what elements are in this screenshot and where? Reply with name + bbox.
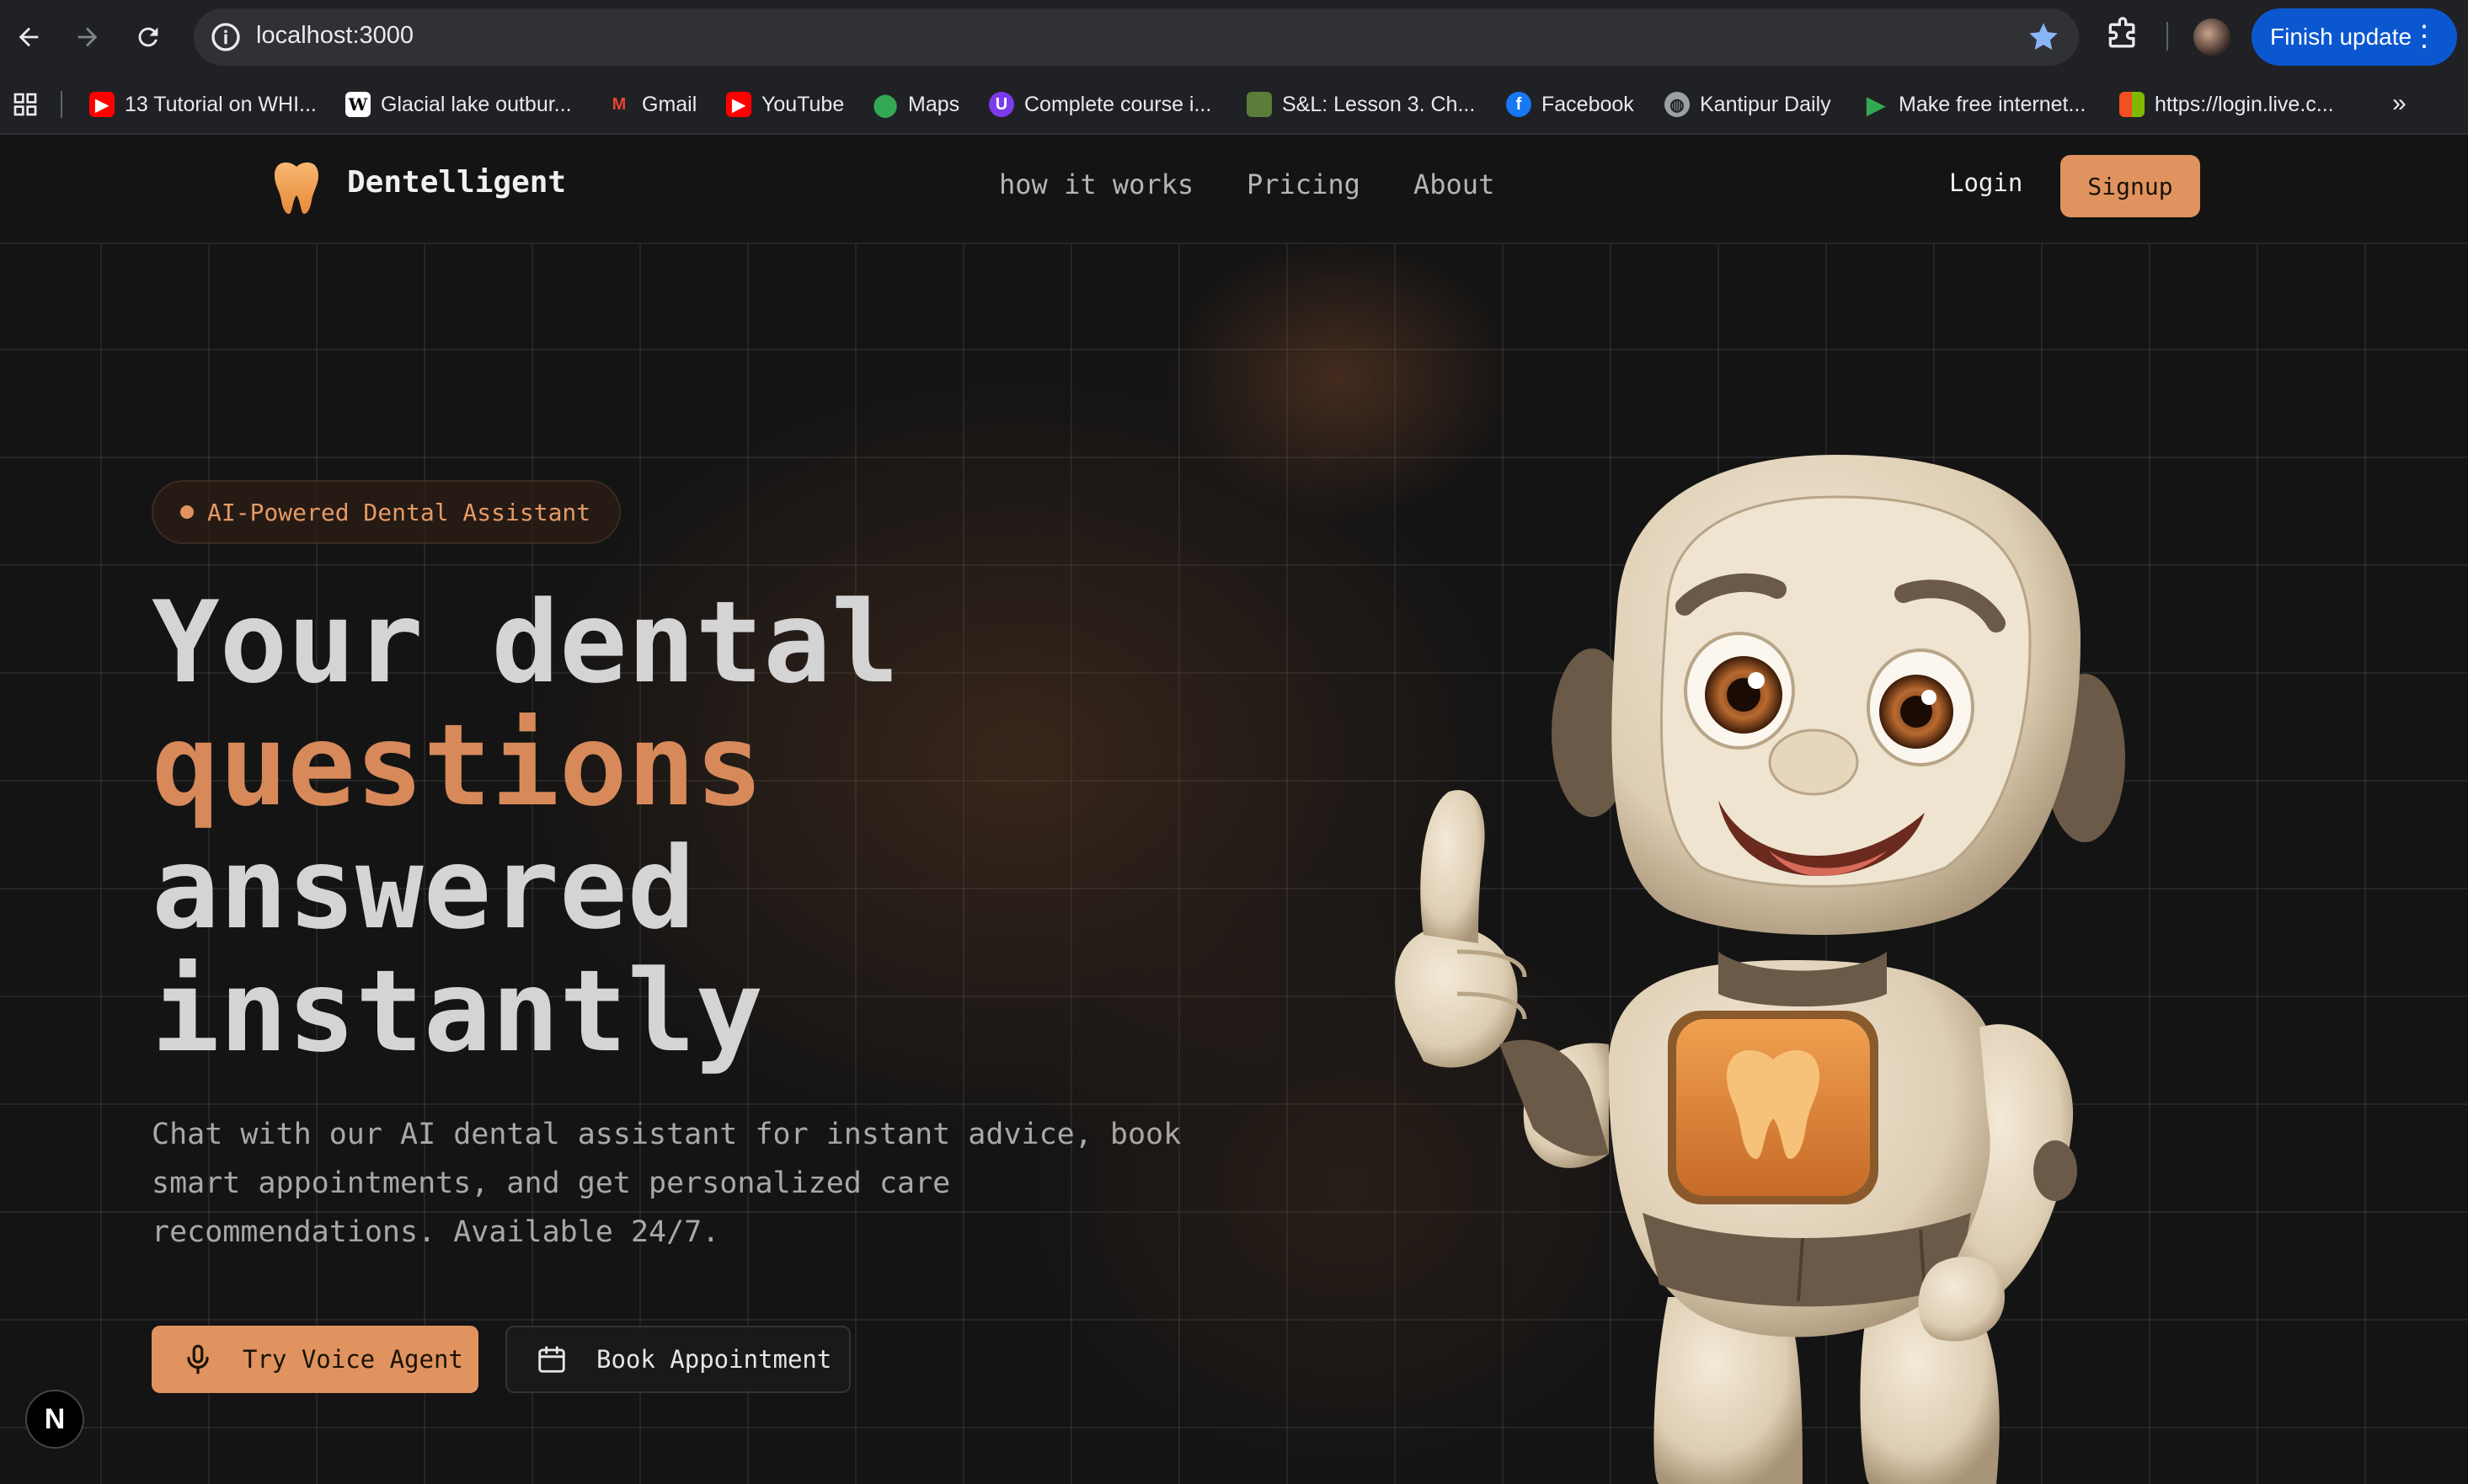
hero-title-line: Your dental (152, 577, 900, 708)
finish-update-label: Finish update (2270, 24, 2412, 50)
youtube-icon: ▶ (726, 92, 751, 117)
facebook-icon: f (1506, 92, 1531, 117)
bookmark-item[interactable]: ▶ Make free internet... (1863, 89, 2086, 120)
bookmark-item[interactable]: f Facebook (1506, 89, 1634, 120)
bookmark-item[interactable]: ▶ 13 Tutorial on WHI... (89, 89, 317, 120)
bookmarks-bar: ▶ 13 Tutorial on WHI... W Glacial lake o… (0, 74, 2468, 135)
bookmark-label: Make free internet... (1899, 92, 2086, 116)
brand-name[interactable]: Dentelligent (347, 165, 566, 200)
extensions-icon[interactable] (2104, 17, 2141, 54)
bookmark-label: Maps (908, 92, 960, 116)
nav-how-it-works[interactable]: how it works (999, 168, 1194, 200)
book-appointment-label: Book Appointment (596, 1345, 832, 1374)
login-link[interactable]: Login (1949, 168, 2022, 197)
nav-about[interactable]: About (1413, 168, 1494, 200)
bookmark-item[interactable]: ▶ YouTube (726, 89, 844, 120)
site-info-icon[interactable] (209, 20, 243, 54)
book-icon (1247, 92, 1272, 117)
bookmark-label: YouTube (761, 92, 845, 116)
wikipedia-icon: W (345, 92, 371, 117)
hero-title-accent: questions (152, 700, 764, 831)
browser-toolbar: localhost:3000 Finish update ⋮ (0, 0, 2468, 74)
tooth-logo-icon[interactable] (271, 158, 322, 216)
reload-icon (138, 27, 158, 47)
finish-update-button[interactable]: Finish update ⋮ (2252, 8, 2457, 66)
nextjs-dev-badge[interactable]: N (25, 1390, 84, 1449)
signup-button[interactable]: Signup (2060, 155, 2200, 217)
forward-arrow-icon (77, 27, 98, 47)
calendar-icon (538, 1346, 565, 1373)
book-appointment-button[interactable]: Book Appointment (505, 1326, 851, 1393)
url-text[interactable]: localhost:3000 (256, 22, 414, 50)
forward-button[interactable] (67, 17, 108, 57)
more-bookmarks-icon[interactable]: » (2392, 89, 2407, 118)
hero-badge: AI-Powered Dental Assistant (152, 480, 622, 544)
play-icon: ▶ (1867, 91, 1885, 118)
globe-icon: ◍ (1664, 92, 1690, 117)
maps-icon: ⬤ (873, 91, 898, 117)
hero-badge-text: AI-Powered Dental Assistant (207, 498, 591, 526)
bookmark-item[interactable]: https://login.live.c... (2119, 89, 2334, 120)
hero-title: Your dental questions answered instantly (152, 581, 899, 1073)
webpage: Dentelligent how it works Pricing About … (0, 135, 2468, 1484)
bookmark-label: https://login.live.c... (2155, 92, 2334, 116)
course-icon: U (989, 92, 1014, 117)
youtube-icon: ▶ (89, 92, 115, 117)
microsoft-icon (2119, 92, 2145, 117)
nav-pricing[interactable]: Pricing (1247, 168, 1360, 200)
reload-button[interactable] (128, 17, 168, 57)
bookmark-item[interactable]: S&L: Lesson 3. Ch... (1247, 89, 1475, 120)
bookmark-star-icon[interactable] (2027, 20, 2060, 54)
bookmark-label: Gmail (642, 92, 697, 116)
hero-description: Chat with our AI dental assistant for in… (152, 1118, 1182, 1249)
back-button[interactable] (8, 17, 49, 57)
bookmark-label: S&L: Lesson 3. Ch... (1282, 92, 1476, 116)
bookmarks-divider (61, 91, 62, 118)
menu-dots-icon: ⋮ (2410, 20, 2439, 52)
bookmark-label: Complete course i... (1024, 92, 1212, 116)
hero-title-line: answered (152, 823, 696, 954)
profile-avatar[interactable] (2193, 19, 2230, 56)
try-voice-agent-label: Try Voice Agent (243, 1345, 463, 1374)
robot-mascot-illustration (1395, 455, 2125, 1484)
bookmark-item[interactable]: U Complete course i... (989, 89, 1211, 120)
bookmark-label: 13 Tutorial on WHI... (125, 92, 317, 116)
bookmark-item[interactable]: ⬤ Maps (873, 89, 959, 120)
hero-title-line: instantly (152, 946, 764, 1077)
microphone-icon (187, 1344, 209, 1375)
apps-grid-icon[interactable] (12, 91, 39, 118)
site-header: Dentelligent how it works Pricing About … (0, 135, 2468, 244)
status-dot (180, 505, 194, 519)
bookmark-item[interactable]: M Gmail (606, 89, 697, 120)
bookmark-label: Kantipur Daily (1700, 92, 1831, 116)
bookmark-label: Glacial lake outbur... (381, 92, 572, 116)
bookmark-item[interactable]: W Glacial lake outbur... (345, 89, 572, 120)
toolbar-divider (2166, 22, 2168, 51)
bookmark-label: Facebook (1541, 92, 1634, 116)
back-arrow-icon (19, 27, 39, 47)
address-bar[interactable]: localhost:3000 (194, 8, 2079, 66)
try-voice-agent-button[interactable]: Try Voice Agent (152, 1326, 478, 1393)
gmail-icon: M (612, 94, 627, 114)
bookmark-item[interactable]: ◍ Kantipur Daily (1664, 89, 1831, 120)
